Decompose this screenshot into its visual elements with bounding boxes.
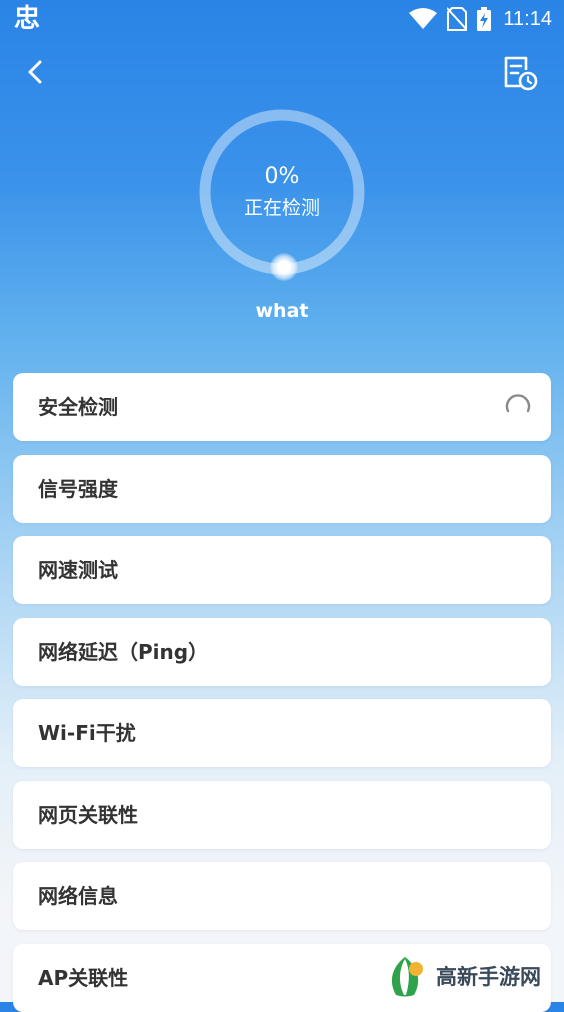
check-item-card[interactable]: 信号强度 (13, 455, 551, 523)
check-item-label: 安全检测 (38, 395, 118, 419)
watermark-logo-icon (391, 957, 423, 997)
check-item-card[interactable]: 网速测试 (13, 536, 551, 604)
check-item-label: 信号强度 (38, 477, 118, 501)
network-name: what (255, 300, 309, 322)
back-button[interactable] (18, 52, 54, 92)
check-item-card[interactable]: Wi-Fi干扰 (13, 699, 551, 767)
history-report-button[interactable] (500, 52, 542, 94)
chevron-left-icon (28, 60, 42, 84)
app-notification-icon: 忠 (14, 4, 41, 34)
watermark-text: 高新手游网 (436, 965, 541, 989)
status-time: 11:14 (503, 8, 552, 30)
check-item-label: 网络延迟（Ping） (38, 640, 209, 664)
status-bar: 忠 11:14 (0, 0, 564, 40)
progress-percent: 0% (264, 164, 300, 189)
loading-spinner-icon (505, 394, 531, 413)
check-item-label: 网速测试 (38, 558, 118, 582)
watermark: 高新手游网 (380, 950, 564, 1002)
check-item-label: 网络信息 (38, 884, 118, 908)
no-sim-icon (447, 7, 468, 31)
battery-charging-icon (477, 7, 492, 31)
check-item-card[interactable]: 安全检测 (13, 373, 551, 441)
check-item-label: 网页关联性 (38, 803, 138, 827)
wifi-icon (409, 8, 438, 29)
check-item-label: Wi-Fi干扰 (38, 721, 136, 745)
check-item-card[interactable]: 网络信息 (13, 862, 551, 930)
check-item-card[interactable]: 网页关联性 (13, 781, 551, 849)
check-item-card[interactable]: 网络延迟（Ping） (13, 618, 551, 686)
progress-status: 正在检测 (243, 197, 320, 219)
report-clock-icon (504, 56, 538, 91)
status-indicators: 11:14 (409, 6, 552, 32)
gauge-indicator-dot (270, 253, 298, 281)
